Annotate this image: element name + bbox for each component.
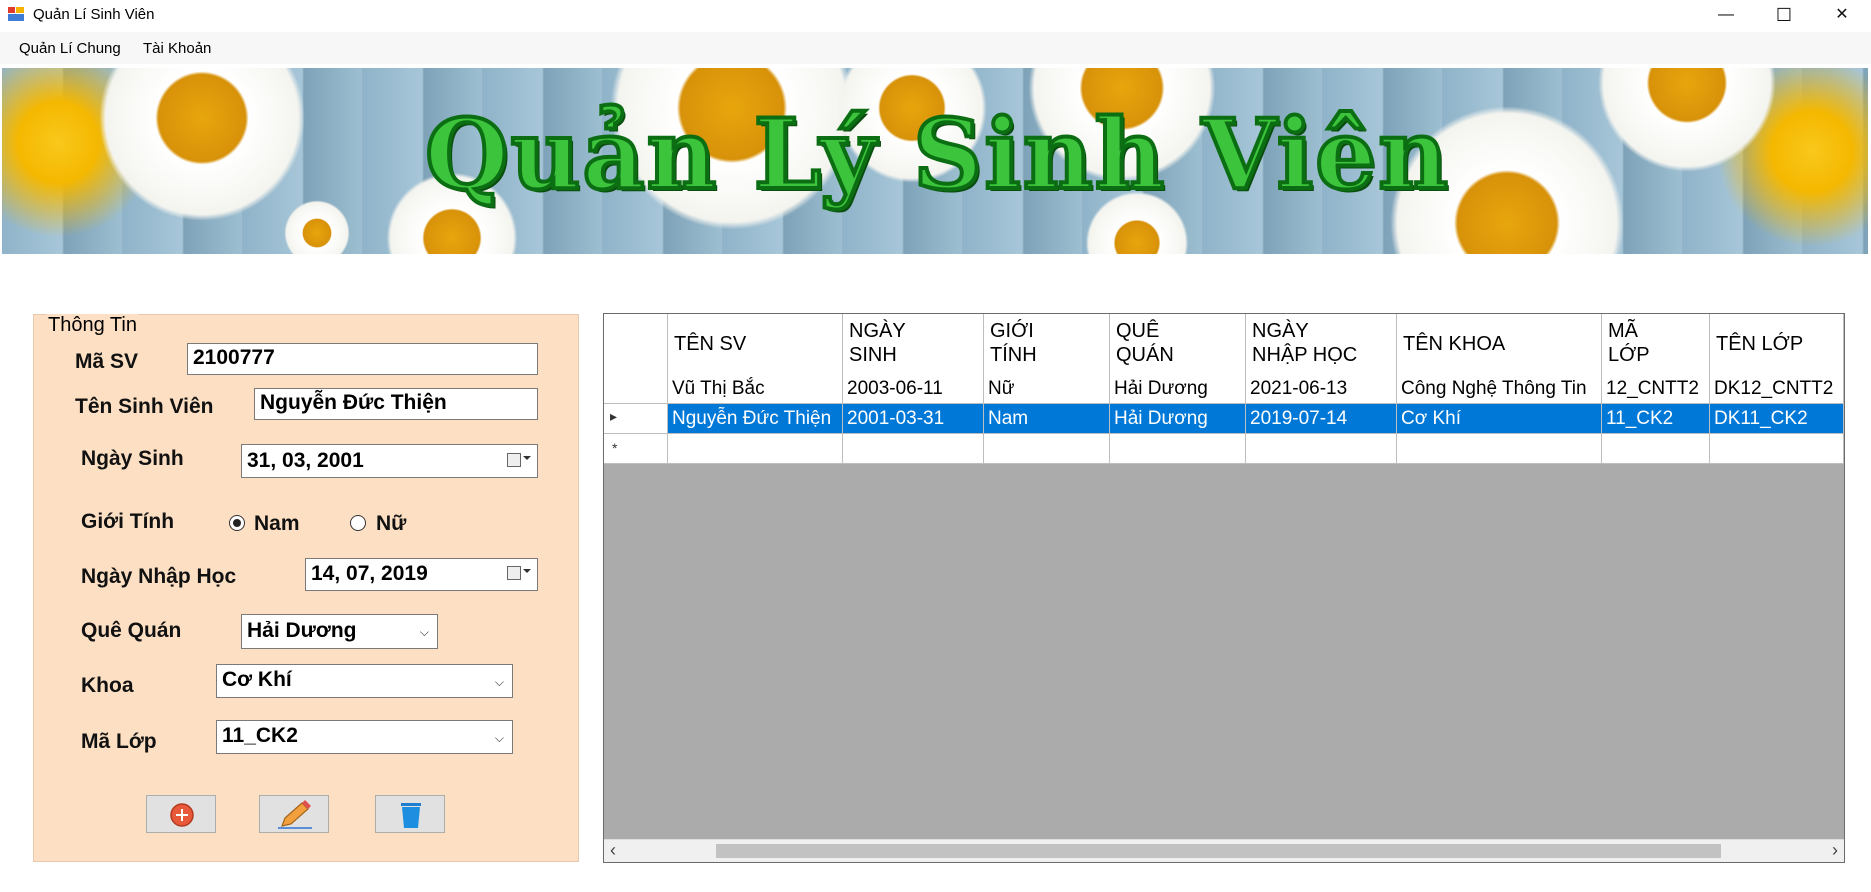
khoa-combobox[interactable]: Cơ Khí ⌵ [216, 664, 513, 698]
ngay-nhap-hoc-datepicker[interactable]: 14, 07, 2019 [305, 558, 538, 591]
radio-nu-label[interactable]: Nữ [376, 512, 406, 536]
ma-lop-value: 11_CK2 [222, 724, 298, 747]
radio-nam-label[interactable]: Nam [254, 512, 300, 536]
menu-bar: Quản Lí Chung Tài Khoản [0, 32, 1871, 64]
new-row[interactable]: * [604, 434, 1844, 464]
chevron-down-icon: ⌵ [494, 675, 504, 689]
scroll-right-button[interactable]: › [1832, 840, 1838, 861]
cell-ten-lop[interactable]: DK12_CNTT2 [1710, 374, 1844, 404]
col-header-ngay-nhap-hoc[interactable]: NGÀY NHẬP HỌC [1246, 314, 1397, 374]
ngay-nhap-hoc-label: Ngày Nhập Học [81, 565, 237, 588]
horizontal-scrollbar[interactable]: ‹ › [604, 839, 1844, 862]
radio-nam[interactable] [229, 515, 245, 531]
cell-que-quan[interactable]: Hải Dương [1110, 404, 1246, 434]
col-header-ten-lop[interactable]: TÊN LỚP [1710, 314, 1844, 374]
menu-tai-khoan[interactable]: Tài Khoản [143, 40, 211, 57]
cell-ngay-nhap-hoc[interactable]: 2021-06-13 [1246, 374, 1397, 404]
col-header-ten-sv[interactable]: TÊN SV [668, 314, 843, 374]
cell-ten-sv[interactable]: Vũ Thị Bắc [668, 374, 843, 404]
ma-lop-label: Mã Lớp [81, 730, 157, 753]
ngay-nhap-hoc-value: 14, 07, 2019 [311, 562, 428, 585]
col-header-ma-lop[interactable]: MÃ LỚP [1602, 314, 1710, 374]
pencil-icon [278, 800, 312, 829]
col-header-gioi-tinh[interactable]: GIỚI TÍNH [984, 314, 1110, 374]
khoa-label: Khoa [81, 674, 134, 697]
que-quan-combobox[interactable]: Hải Dương ⌵ [241, 614, 438, 649]
ma-lop-combobox[interactable]: 11_CK2 ⌵ [216, 720, 513, 754]
cell-empty[interactable] [984, 434, 1110, 464]
ngay-sinh-datepicker[interactable]: 31, 03, 2001 [241, 444, 538, 478]
cell-ngay-sinh[interactable]: 2001-03-31 [843, 404, 984, 434]
grid-header: TÊN SV NGÀY SINH GIỚI TÍNH QUÊ QUÁN NGÀY… [604, 314, 1844, 375]
maximize-button[interactable]: ☐ [1755, 0, 1813, 30]
khoa-value: Cơ Khí [222, 668, 292, 691]
edit-button[interactable] [259, 795, 329, 833]
cell-ngay-sinh[interactable]: 2003-06-11 [843, 374, 984, 404]
cell-empty[interactable] [1397, 434, 1602, 464]
cell-ngay-nhap-hoc[interactable]: 2019-07-14 [1246, 404, 1397, 434]
table-row[interactable]: Vũ Thị Bắc 2003-06-11 Nữ Hải Dương 2021-… [604, 374, 1844, 404]
add-circle-icon [170, 803, 194, 827]
cell-empty[interactable] [1710, 434, 1844, 464]
close-button[interactable]: ✕ [1813, 0, 1871, 30]
cell-ma-lop[interactable]: 12_CNTT2 [1602, 374, 1710, 404]
col-header-ten-khoa[interactable]: TÊN KHOA [1397, 314, 1602, 374]
gioi-tinh-label: Giới Tính [81, 510, 175, 533]
que-quan-label: Quê Quán [81, 619, 182, 642]
ten-sinh-vien-label: Tên Sinh Viên [75, 395, 214, 418]
row-header[interactable]: ▸ [604, 404, 668, 434]
cell-que-quan[interactable]: Hải Dương [1110, 374, 1246, 404]
que-quan-value: Hải Dương [247, 619, 357, 642]
groupbox-legend: Thông Tin [46, 314, 139, 337]
cell-ten-khoa[interactable]: Công Nghệ Thông Tin [1397, 374, 1602, 404]
calendar-icon [507, 453, 521, 467]
grid-corner-header [604, 314, 668, 374]
minimize-button[interactable]: — [1697, 0, 1755, 30]
title-bar: Quản Lí Sinh Viên — ☐ ✕ [0, 0, 1871, 30]
cell-ten-lop[interactable]: DK11_CK2 [1710, 404, 1844, 434]
scroll-left-button[interactable]: ‹ [610, 840, 616, 861]
window-title: Quản Lí Sinh Viên [33, 6, 155, 23]
col-header-que-quan[interactable]: QUÊ QUÁN [1110, 314, 1246, 374]
cell-empty[interactable] [1602, 434, 1710, 464]
dropdown-arrow-icon [523, 569, 531, 573]
ma-sv-input[interactable]: 2100777 [187, 343, 538, 375]
cell-ma-lop[interactable]: 11_CK2 [1602, 404, 1710, 434]
table-row-selected[interactable]: ▸ Nguyễn Đức Thiện 2001-03-31 Nam Hải Dư… [604, 404, 1844, 434]
delete-button[interactable] [375, 795, 445, 833]
ma-sv-label: Mã SV [75, 350, 139, 373]
chevron-down-icon: ⌵ [494, 731, 504, 745]
row-header[interactable] [604, 374, 668, 404]
menu-quan-li-chung[interactable]: Quản Lí Chung [19, 40, 121, 57]
row-header[interactable]: * [604, 434, 668, 464]
chevron-down-icon: ⌵ [419, 625, 429, 639]
trash-icon [401, 803, 421, 828]
new-row-marker-icon: * [612, 440, 618, 456]
banner-title: Quản Lý Sinh Viên [423, 96, 1451, 213]
cell-empty[interactable] [668, 434, 843, 464]
current-row-marker-icon: ▸ [610, 408, 618, 424]
ngay-sinh-value: 31, 03, 2001 [247, 449, 364, 472]
app-icon [8, 7, 24, 21]
cell-gioi-tinh[interactable]: Nam [984, 404, 1110, 434]
calendar-icon [507, 566, 521, 580]
add-button[interactable] [146, 795, 216, 833]
cell-ten-sv[interactable]: Nguyễn Đức Thiện [668, 404, 843, 434]
ngay-sinh-label: Ngày Sinh [81, 447, 184, 470]
cell-empty[interactable] [1246, 434, 1397, 464]
cell-empty[interactable] [843, 434, 984, 464]
student-datagrid[interactable]: TÊN SV NGÀY SINH GIỚI TÍNH QUÊ QUÁN NGÀY… [603, 313, 1845, 863]
cell-ten-khoa[interactable]: Cơ Khí [1397, 404, 1602, 434]
cell-gioi-tinh[interactable]: Nữ [984, 374, 1110, 404]
ten-sinh-vien-input[interactable]: Nguyễn Đức Thiện [254, 388, 538, 420]
cell-empty[interactable] [1110, 434, 1246, 464]
banner-image: Quản Lý Sinh Viên [2, 68, 1868, 254]
scrollbar-thumb[interactable] [716, 844, 1721, 858]
dropdown-arrow-icon [523, 456, 531, 460]
radio-nu[interactable] [350, 515, 366, 531]
col-header-ngay-sinh[interactable]: NGÀY SINH [843, 314, 984, 374]
